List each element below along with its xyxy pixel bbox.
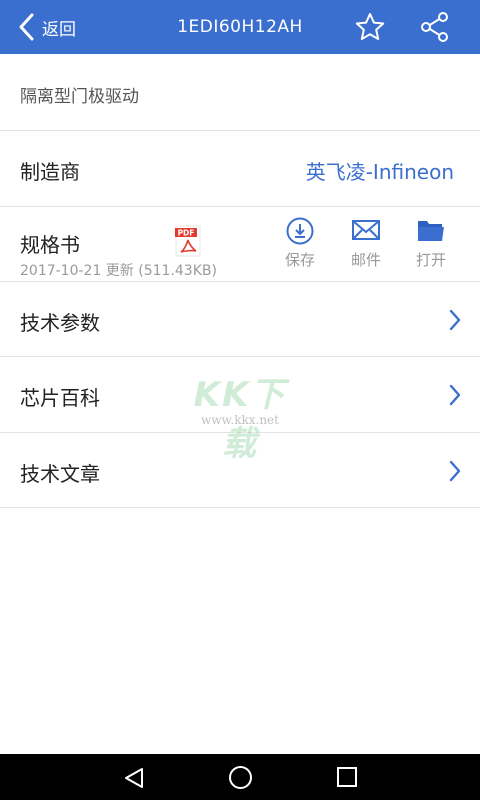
page-title: 1EDI60H12AH bbox=[177, 17, 303, 37]
system-back-icon[interactable] bbox=[122, 766, 146, 790]
app-header: 返回 1EDI60H12AH bbox=[0, 0, 480, 54]
back-button[interactable]: 返回 bbox=[18, 10, 76, 44]
row-tech-articles-label: 技术文章 bbox=[20, 462, 100, 486]
system-home-icon[interactable] bbox=[228, 765, 253, 790]
system-navigation-bar bbox=[0, 754, 480, 800]
datasheet-row: 规格书 2017-10-21 更新 (511.43KB) PDF 保存 邮件 打… bbox=[0, 207, 480, 282]
star-icon[interactable] bbox=[354, 11, 386, 43]
chevron-right-icon bbox=[449, 384, 461, 406]
mail-label: 邮件 bbox=[350, 251, 381, 269]
chevron-left-icon bbox=[19, 13, 34, 41]
manufacturer-link[interactable]: 英飞凌-Infineon bbox=[306, 156, 454, 185]
manufacturer-label: 制造商 bbox=[20, 160, 80, 184]
mail-icon bbox=[352, 220, 380, 240]
row-tech-articles[interactable]: 技术文章 bbox=[0, 433, 480, 508]
row-tech-params-label: 技术参数 bbox=[20, 311, 100, 335]
row-chip-wiki-label: 芯片百科 bbox=[20, 386, 100, 410]
chevron-right-icon bbox=[449, 309, 461, 331]
manufacturer-row: 制造商 英飞凌-Infineon bbox=[0, 131, 480, 207]
chevron-right-icon bbox=[449, 460, 461, 482]
open-button[interactable]: 打开 bbox=[403, 217, 459, 279]
datasheet-meta: 2017-10-21 更新 (511.43KB) bbox=[20, 263, 217, 279]
save-button[interactable]: 保存 bbox=[272, 217, 328, 279]
open-label: 打开 bbox=[415, 251, 446, 269]
row-tech-params[interactable]: 技术参数 bbox=[0, 282, 480, 357]
row-chip-wiki[interactable]: 芯片百科 bbox=[0, 357, 480, 433]
system-recents-icon[interactable] bbox=[336, 766, 358, 788]
mail-button[interactable]: 邮件 bbox=[338, 217, 394, 279]
pdf-icon: PDF bbox=[175, 225, 201, 257]
part-description: 隔离型门极驱动 bbox=[20, 87, 139, 107]
folder-icon bbox=[418, 221, 444, 241]
download-icon bbox=[286, 217, 314, 245]
datasheet-label: 规格书 bbox=[20, 233, 80, 257]
part-description-row: 隔离型门极驱动 bbox=[0, 54, 480, 131]
save-label: 保存 bbox=[284, 251, 315, 269]
back-label: 返回 bbox=[42, 19, 76, 40]
pdf-badge-text: PDF bbox=[178, 229, 195, 238]
share-icon[interactable] bbox=[420, 11, 450, 43]
